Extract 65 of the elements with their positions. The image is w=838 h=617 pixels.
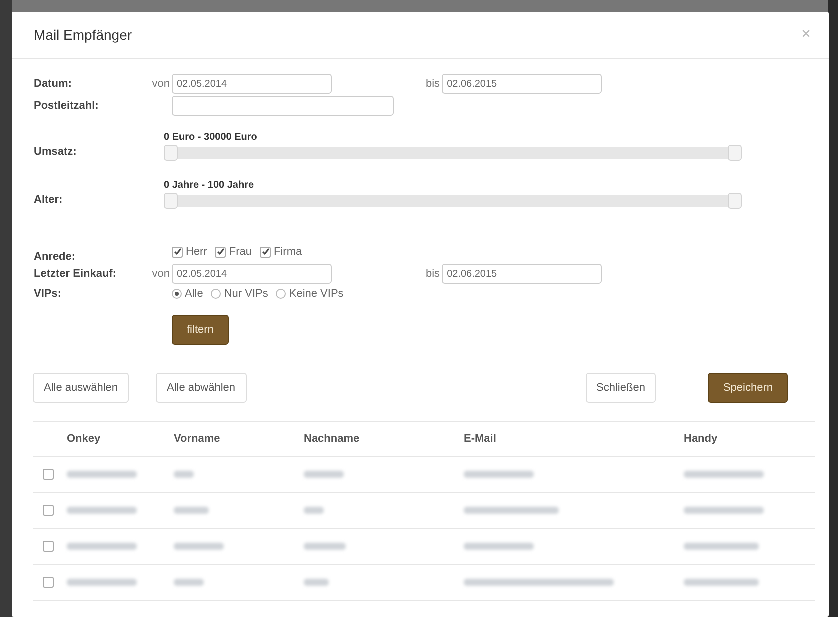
- column-header: Handy: [684, 433, 719, 445]
- radio-button[interactable]: [211, 289, 222, 299]
- blurred-text: [174, 543, 224, 550]
- blurred-text: [304, 507, 324, 514]
- range-label: 0 Jahre - 100 Jahre: [164, 180, 256, 190]
- field-label: Letzter Einkauf:: [34, 268, 118, 280]
- blurred-text: [464, 543, 534, 550]
- checkbox[interactable]: [172, 246, 183, 258]
- from-label: von: [151, 268, 171, 280]
- slider-handle[interactable]: [728, 192, 742, 208]
- blurred-text: [174, 579, 204, 586]
- blurred-text: [174, 507, 209, 514]
- date-to-field[interactable]: 02.06.2015: [442, 264, 602, 284]
- blurred-text: [67, 543, 137, 550]
- blurred-text: [67, 471, 137, 478]
- option-label: Alle: [185, 288, 204, 300]
- row-checkbox[interactable]: [43, 469, 54, 480]
- field-label: Datum:: [34, 78, 73, 90]
- field-label: Umsatz:: [34, 145, 78, 158]
- select-all-button[interactable]: Alle auswählen: [33, 373, 129, 403]
- slider-handle[interactable]: [164, 144, 178, 160]
- close-button[interactable]: Schließen: [586, 373, 656, 403]
- option-label: Nur VIPs: [224, 288, 268, 300]
- range-label: 0 Euro - 30000 Euro: [164, 132, 258, 142]
- blurred-text: [304, 579, 329, 586]
- date-from-field[interactable]: 02.05.2014: [172, 264, 332, 284]
- field-label: Postleitzahl:: [34, 100, 100, 112]
- filter-button[interactable]: filtern: [172, 315, 229, 345]
- row-checkbox[interactable]: [43, 541, 54, 552]
- field-label: Alter:: [34, 193, 64, 206]
- option-label: Firma: [274, 246, 302, 258]
- column-header: Vorname: [174, 433, 222, 445]
- blurred-text: [174, 471, 194, 478]
- postcode-field[interactable]: [172, 96, 394, 116]
- radio-button[interactable]: [172, 289, 182, 299]
- row-checkbox[interactable]: [43, 505, 54, 516]
- blurred-text: [67, 507, 137, 514]
- option-label: Frau: [229, 246, 252, 258]
- blurred-text: [67, 579, 137, 586]
- radio-button[interactable]: [276, 289, 286, 299]
- row-checkbox[interactable]: [43, 577, 54, 588]
- checkbox[interactable]: [215, 246, 226, 258]
- deselect-all-button[interactable]: Alle abwählen: [156, 373, 246, 403]
- range-slider[interactable]: [164, 146, 742, 158]
- slider-handle[interactable]: [164, 192, 178, 208]
- to-label: bis: [426, 268, 442, 280]
- blurred-text: [304, 471, 344, 478]
- slider-handle[interactable]: [728, 144, 742, 160]
- field-label: VIPs:: [34, 288, 63, 300]
- column-header: Onkey: [67, 433, 102, 445]
- save-button[interactable]: Speichern: [708, 373, 788, 403]
- date-to-field[interactable]: 02.06.2015: [442, 74, 602, 94]
- option-label: Herr: [186, 246, 208, 258]
- from-label: von: [151, 78, 171, 90]
- checkbox[interactable]: [260, 246, 272, 258]
- option-label: Keine VIPs: [289, 288, 344, 300]
- column-header: E-Mail: [464, 433, 498, 445]
- to-label: bis: [426, 78, 442, 90]
- range-slider[interactable]: [164, 194, 742, 206]
- dialog-title: Mail Empfänger: [34, 27, 132, 43]
- blurred-text: [464, 471, 534, 478]
- date-from-field[interactable]: 02.05.2014: [172, 74, 332, 94]
- column-header: Nachname: [304, 433, 361, 445]
- field-label: Anrede:: [34, 250, 77, 263]
- blurred-text: [304, 543, 346, 550]
